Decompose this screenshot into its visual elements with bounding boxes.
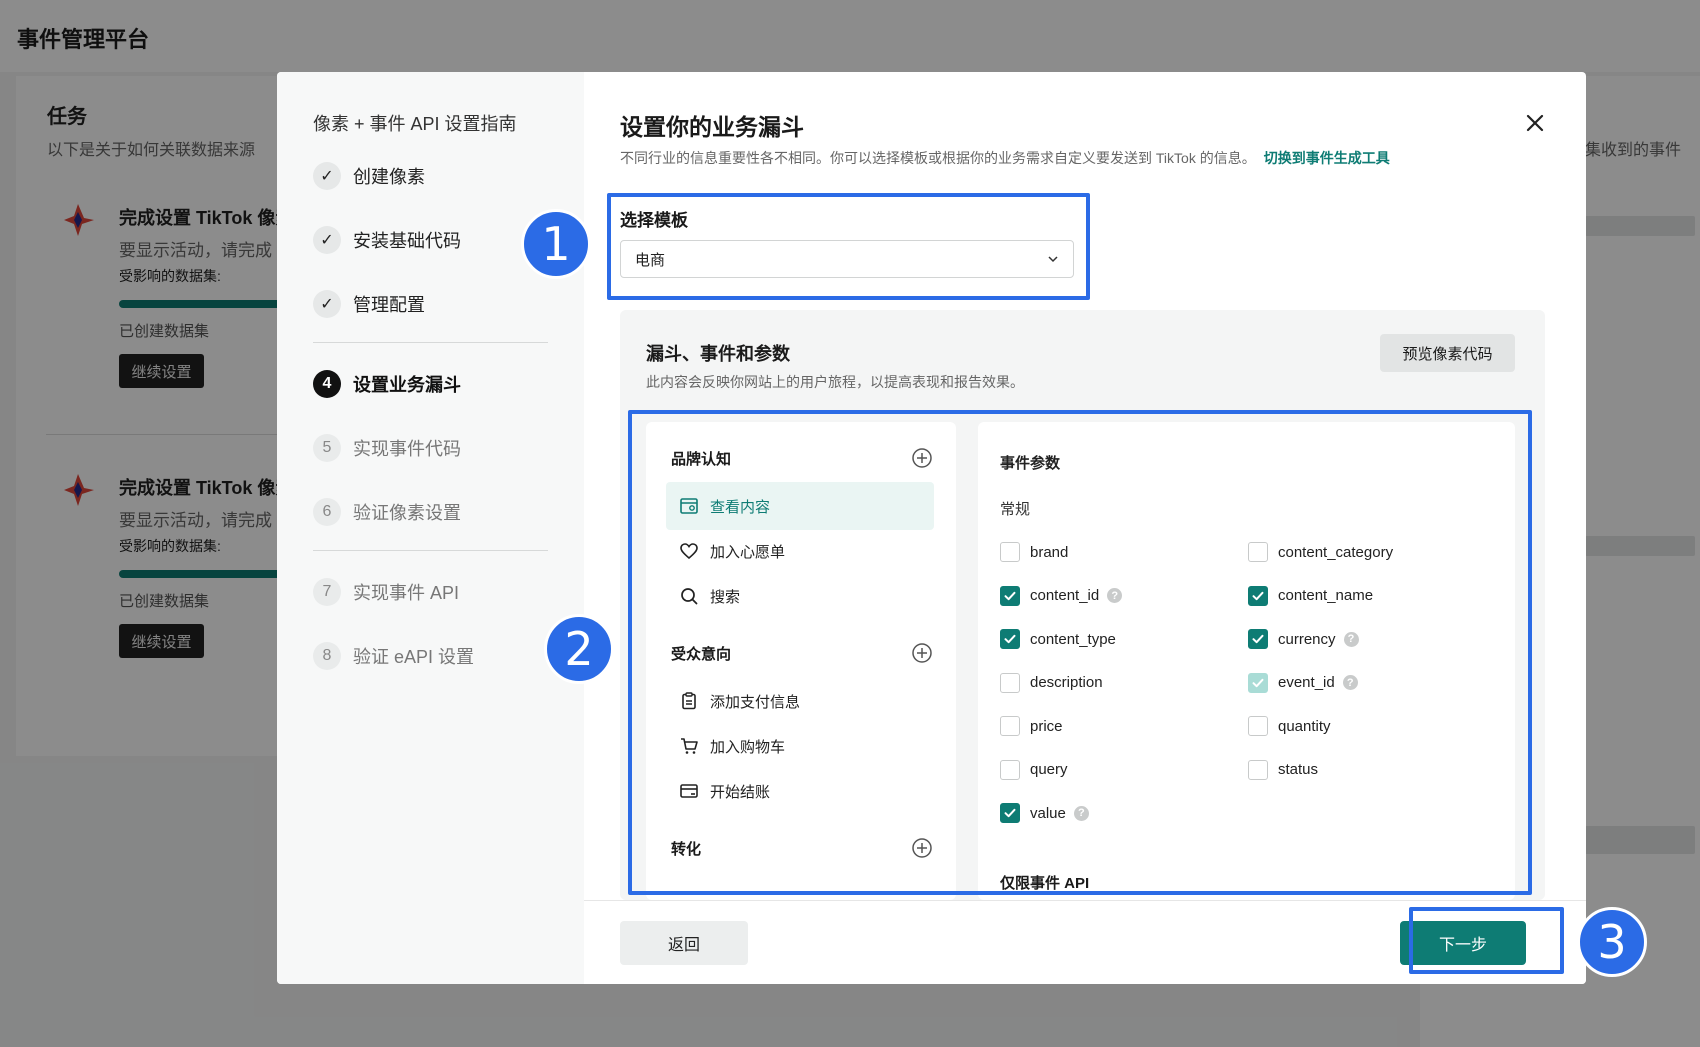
step-number: 7 bbox=[313, 578, 341, 606]
funnel-title: 漏斗、事件和参数 bbox=[646, 344, 790, 364]
modal-title: 设置你的业务漏斗 bbox=[620, 114, 804, 140]
annotation-badge-2: 2 bbox=[544, 614, 614, 684]
step-manage-config[interactable]: ✓ 管理配置 bbox=[313, 288, 425, 320]
preview-pixel-code-button[interactable]: 预览像素代码 bbox=[1380, 334, 1515, 372]
step-label: 实现事件代码 bbox=[353, 439, 461, 459]
check-icon: ✓ bbox=[313, 162, 341, 190]
step-number: 8 bbox=[313, 642, 341, 670]
step-label: 设置业务漏斗 bbox=[353, 375, 461, 395]
close-icon bbox=[1526, 114, 1544, 132]
guide-title: 像素 + 事件 API 设置指南 bbox=[313, 114, 517, 134]
steps-sidebar: 像素 + 事件 API 设置指南 ✓ 创建像素 ✓ 安装基础代码 ✓ 管理配置 … bbox=[277, 72, 584, 984]
close-button[interactable] bbox=[1520, 108, 1550, 138]
check-icon: ✓ bbox=[313, 290, 341, 318]
step-event-api[interactable]: 7 实现事件 API bbox=[313, 576, 459, 608]
step-event-code[interactable]: 5 实现事件代码 bbox=[313, 432, 461, 464]
highlight-box-template bbox=[607, 193, 1090, 300]
step-install-base-code[interactable]: ✓ 安装基础代码 bbox=[313, 224, 461, 256]
step-number: 5 bbox=[313, 434, 341, 462]
highlight-box-next bbox=[1409, 907, 1564, 974]
step-label: 验证 eAPI 设置 bbox=[353, 647, 475, 667]
step-label: 验证像素设置 bbox=[353, 503, 461, 523]
check-icon: ✓ bbox=[313, 226, 341, 254]
annotation-badge-3: 3 bbox=[1577, 907, 1647, 977]
step-number: 6 bbox=[313, 498, 341, 526]
step-verify-pixel[interactable]: 6 验证像素设置 bbox=[313, 496, 461, 528]
step-label: 创建像素 bbox=[353, 167, 425, 187]
funnel-description: 此内容会反映你网站上的用户旅程，以提高表现和报告效果。 bbox=[646, 374, 1024, 390]
step-label: 管理配置 bbox=[353, 295, 425, 315]
description-text: 不同行业的信息重要性各不相同。你可以选择模板或根据你的业务需求自定义要发送到 T… bbox=[620, 150, 1256, 166]
step-divider bbox=[313, 342, 548, 343]
step-divider bbox=[313, 550, 548, 551]
step-label: 安装基础代码 bbox=[353, 231, 461, 251]
switch-tool-link[interactable]: 切换到事件生成工具 bbox=[1264, 150, 1390, 166]
step-business-funnel[interactable]: 4 设置业务漏斗 bbox=[313, 368, 461, 400]
back-button[interactable]: 返回 bbox=[620, 921, 748, 965]
modal-description: 不同行业的信息重要性各不相同。你可以选择模板或根据你的业务需求自定义要发送到 T… bbox=[620, 148, 1390, 168]
highlight-box-params bbox=[628, 410, 1532, 895]
step-number: 4 bbox=[313, 370, 341, 398]
step-create-pixel[interactable]: ✓ 创建像素 bbox=[313, 160, 425, 192]
step-label: 实现事件 API bbox=[353, 583, 460, 603]
annotation-badge-1: 1 bbox=[521, 209, 591, 279]
step-verify-eapi[interactable]: 8 验证 eAPI 设置 bbox=[313, 640, 474, 672]
